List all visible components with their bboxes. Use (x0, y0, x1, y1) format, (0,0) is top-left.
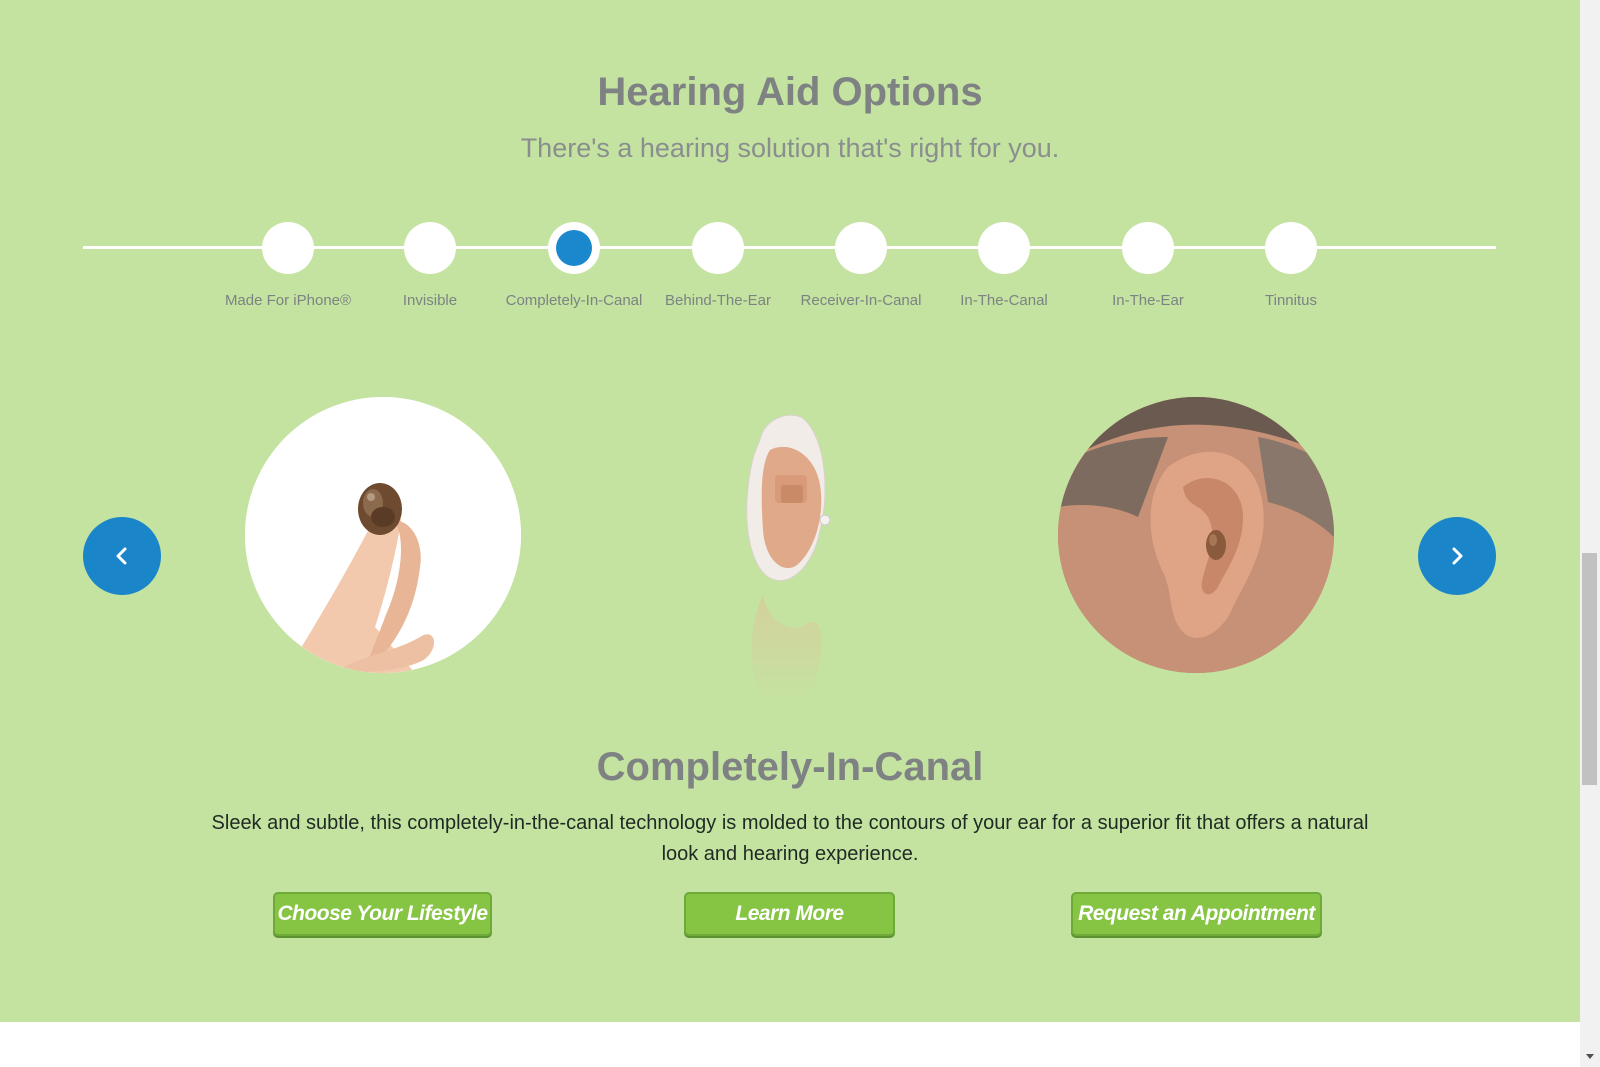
timeline-step-in-the-ear[interactable]: In-The-Ear (1073, 222, 1223, 309)
timeline-step-label: Tinnitus (1265, 292, 1317, 309)
section-subtitle: There's a hearing solution that's right … (520, 133, 1060, 163)
scroll-down-arrow-icon[interactable] (1584, 1050, 1596, 1062)
ear-with-hearing-aid-photo (1058, 397, 1334, 673)
timeline-step-tinnitus[interactable]: Tinnitus (1216, 222, 1366, 309)
timeline-step-label: Completely-In-Canal (505, 292, 643, 309)
timeline-step-label: In-The-Canal (960, 292, 1048, 309)
timeline-dot[interactable] (978, 222, 1030, 274)
hearing-aid-options-section: Hearing Aid Options There's a hearing so… (0, 0, 1580, 1022)
choose-lifestyle-button[interactable]: Choose Your Lifestyle (273, 892, 492, 936)
learn-more-button[interactable]: Learn More (684, 892, 895, 936)
timeline-step-behind-the-ear[interactable]: Behind-The-Ear (643, 222, 793, 309)
carousel-prev-button[interactable] (83, 517, 161, 595)
timeline-step-label: Receiver-In-Canal (800, 292, 922, 309)
product-title: Completely-In-Canal (596, 745, 984, 789)
timeline-step-receiver-in-canal[interactable]: Receiver-In-Canal (786, 222, 936, 309)
timeline-dot[interactable] (835, 222, 887, 274)
section-title: Hearing Aid Options (597, 70, 983, 114)
timeline-step-invisible[interactable]: Invisible (355, 222, 505, 309)
timeline-step-label: Behind-The-Ear (665, 292, 771, 309)
chevron-left-icon (116, 547, 127, 565)
timeline-dot[interactable] (262, 222, 314, 274)
timeline-dot[interactable] (404, 222, 456, 274)
timeline-step-label: Made For iPhone® (224, 292, 352, 309)
timeline-step-completely-in-canal[interactable]: Completely-In-Canal (499, 222, 649, 309)
page-scrollbar-track[interactable] (1580, 0, 1600, 1067)
carousel-next-button[interactable] (1418, 517, 1496, 595)
timeline-dot[interactable] (692, 222, 744, 274)
chevron-right-icon (1452, 547, 1463, 565)
timeline-step-label: Invisible (402, 292, 458, 309)
timeline-dot[interactable] (1122, 222, 1174, 274)
request-appointment-button[interactable]: Request an Appointment (1071, 892, 1322, 936)
hand-holding-hearing-aid-photo (245, 397, 521, 673)
timeline-step-label: In-The-Ear (1112, 292, 1184, 309)
product-description: Sleek and subtle, this completely-in-the… (211, 812, 1369, 865)
timeline-dot-active[interactable] (548, 222, 600, 274)
timeline-step-made-for-iphone[interactable]: Made For iPhone® (213, 222, 363, 309)
timeline-dot[interactable] (1265, 222, 1317, 274)
cic-hearing-aid-product-image (735, 410, 855, 710)
timeline-step-in-the-canal[interactable]: In-The-Canal (929, 222, 1079, 309)
page-scrollbar-thumb[interactable] (1582, 553, 1597, 785)
